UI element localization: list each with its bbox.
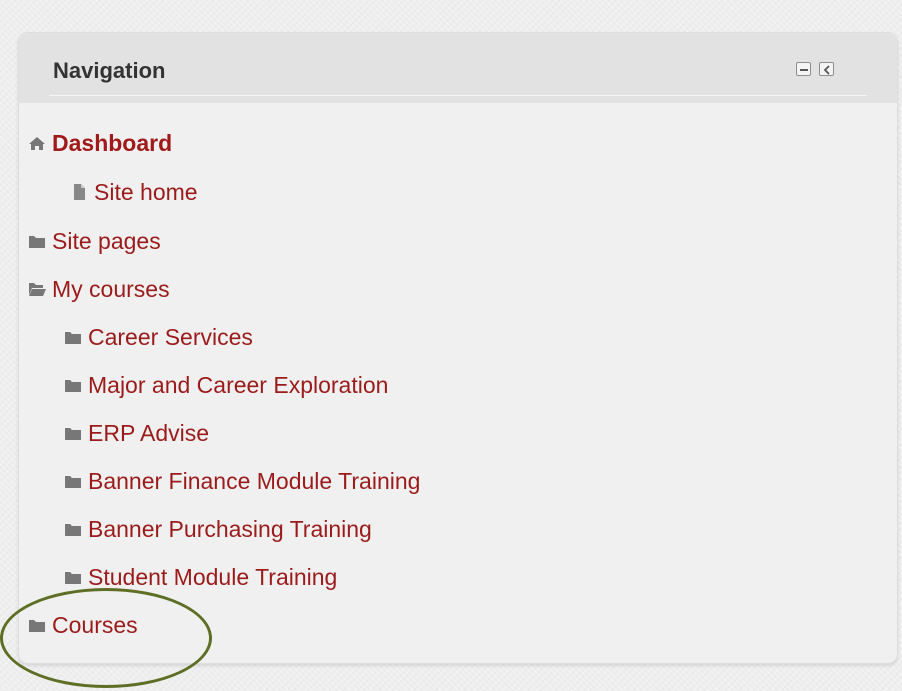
nav-label: Site home xyxy=(94,179,198,205)
home-icon xyxy=(28,135,46,151)
nav-item-course[interactable]: ERP Advise xyxy=(64,418,209,448)
folder-icon xyxy=(28,233,46,249)
folder-icon xyxy=(64,521,82,537)
folder-icon xyxy=(64,569,82,585)
nav-item-dashboard[interactable]: Dashboard xyxy=(28,128,172,158)
folder-icon xyxy=(64,425,82,441)
nav-label: Dashboard xyxy=(52,130,173,156)
folder-icon xyxy=(64,377,82,393)
nav-label: Career Services xyxy=(88,324,253,350)
nav-item-site-pages[interactable]: Site pages xyxy=(28,226,161,256)
nav-item-courses[interactable]: Courses xyxy=(28,610,138,640)
block-title: Navigation xyxy=(53,58,166,83)
folder-open-icon xyxy=(28,281,46,297)
dock-block-button[interactable] xyxy=(819,62,834,76)
nav-label: Site pages xyxy=(52,228,161,254)
nav-label: Banner Finance Module Training xyxy=(88,468,421,494)
nav-item-course[interactable]: Banner Finance Module Training xyxy=(64,466,420,496)
nav-label: Courses xyxy=(52,612,138,638)
nav-item-course[interactable]: Major and Career Exploration xyxy=(64,370,388,400)
nav-label: Banner Purchasing Training xyxy=(88,516,372,542)
page-icon xyxy=(70,184,88,200)
nav-label: Major and Career Exploration xyxy=(88,372,389,398)
nav-label: Student Module Training xyxy=(88,564,338,590)
folder-icon xyxy=(64,473,82,489)
nav-item-course[interactable]: Student Module Training xyxy=(64,562,337,592)
nav-item-course[interactable]: Banner Purchasing Training xyxy=(64,514,372,544)
folder-icon xyxy=(28,617,46,633)
nav-label: My courses xyxy=(52,276,170,302)
header-divider xyxy=(49,95,867,96)
folder-icon xyxy=(64,329,82,345)
block-header: Navigation xyxy=(19,33,897,103)
nav-item-course[interactable]: Career Services xyxy=(64,322,253,352)
nav-item-my-courses[interactable]: My courses xyxy=(28,274,170,304)
nav-label: ERP Advise xyxy=(88,420,210,446)
hide-block-button[interactable] xyxy=(796,62,811,76)
nav-item-site-home[interactable]: Site home xyxy=(70,177,198,207)
